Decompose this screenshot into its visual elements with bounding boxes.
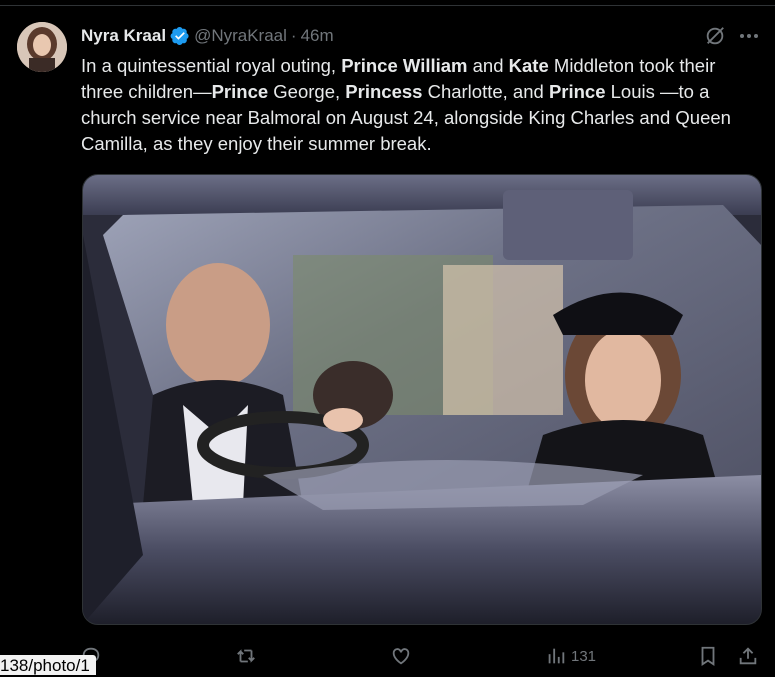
verified-badge-icon <box>170 27 189 45</box>
retweet-button[interactable] <box>235 644 257 668</box>
tweet-text-bold: Prince <box>211 81 269 102</box>
author-name[interactable]: Nyra Kraal <box>81 26 166 46</box>
tweet-time[interactable]: 46m <box>301 26 334 46</box>
share-button[interactable] <box>737 644 759 668</box>
bookmark-button[interactable] <box>697 644 719 668</box>
views-button[interactable]: 131 <box>545 644 596 668</box>
tweet-text: In a quintessential royal outing, Prince… <box>81 53 761 157</box>
retweet-icon <box>237 649 255 663</box>
tweet-text-bold: Kate <box>508 55 549 76</box>
tweet-photo[interactable] <box>82 174 762 625</box>
bookmark-icon <box>701 646 715 666</box>
grok-icon[interactable] <box>704 25 726 47</box>
tweet-text-bold: Prince William <box>341 55 468 76</box>
avatar-image <box>17 22 67 72</box>
tweet-text-segment: and <box>467 55 509 76</box>
tweet-text-bold: Prince <box>548 81 606 102</box>
tweet-actions: 131 <box>0 640 775 675</box>
tweet-text-segment: George, <box>268 81 346 102</box>
author-handle[interactable]: @NyraKraal <box>194 26 287 46</box>
tweet-text-segment: Charlotte, and <box>422 81 549 102</box>
like-icon <box>392 648 410 665</box>
status-url-tooltip: 138/photo/1 <box>0 655 96 675</box>
header-separator: · <box>290 26 297 45</box>
like-button[interactable] <box>390 644 412 668</box>
tweet-header: Nyra Kraal @NyraKraal · 46m <box>81 25 334 47</box>
avatar[interactable] <box>17 22 67 72</box>
tweet-text-segment: In a quintessential royal outing, <box>81 55 342 76</box>
views-icon <box>548 648 565 664</box>
tweet-text-bold: Princess <box>345 81 423 102</box>
photo-car-interior <box>83 175 761 624</box>
more-icon[interactable] <box>737 24 761 48</box>
views-count: 131 <box>571 647 597 665</box>
top-divider <box>0 5 775 6</box>
share-icon <box>739 647 757 665</box>
